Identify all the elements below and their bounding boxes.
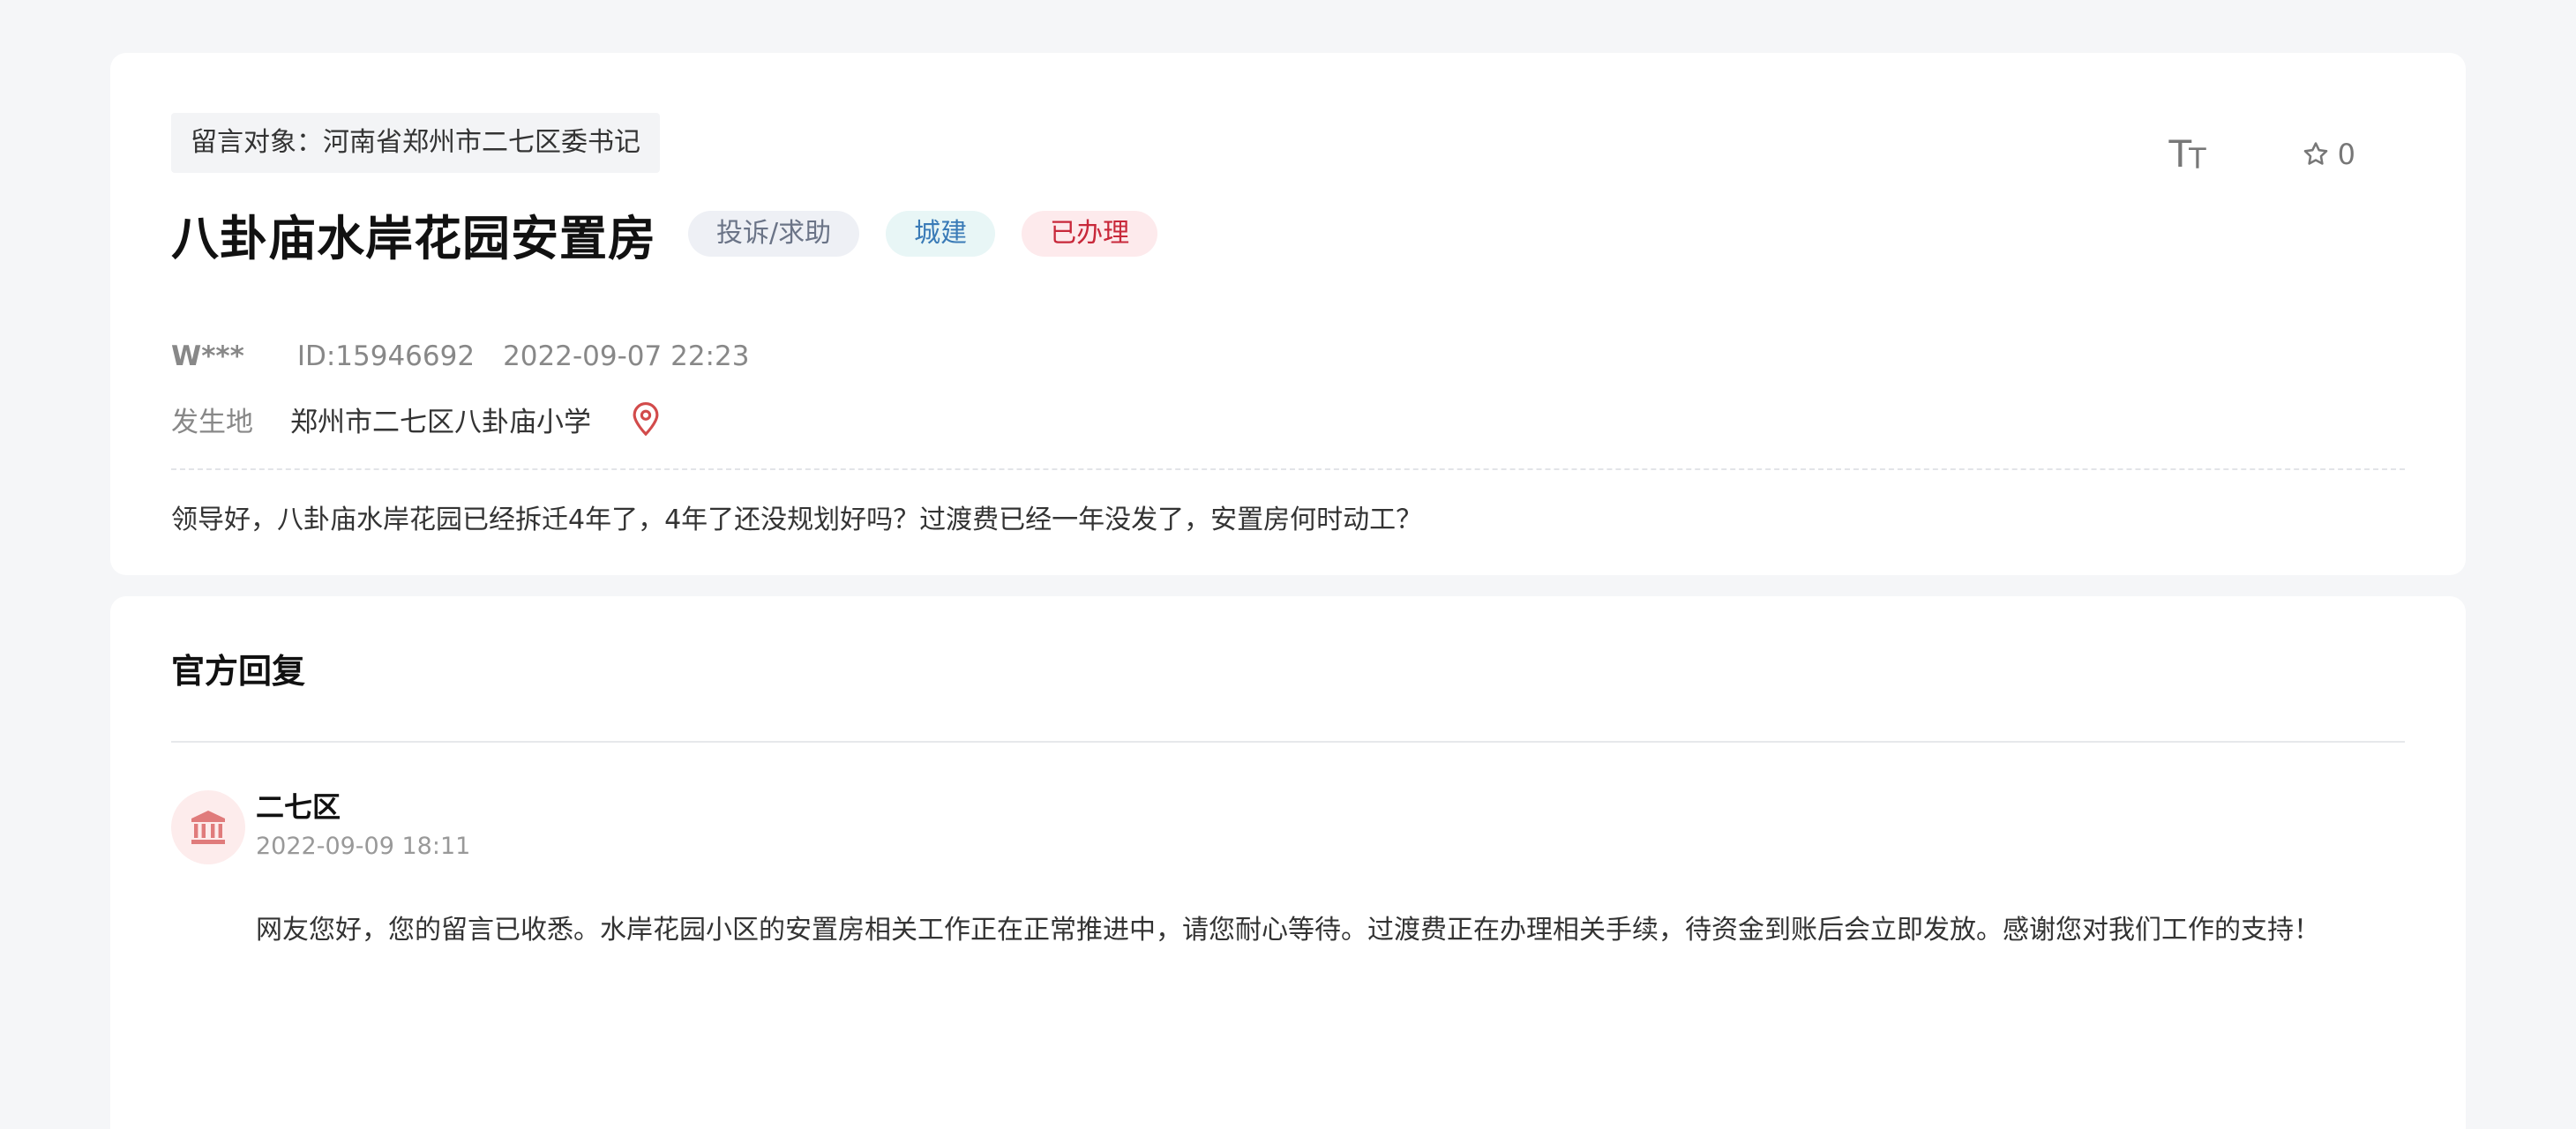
font-size-button[interactable]: T T bbox=[2168, 132, 2205, 176]
location-label: 发生地 bbox=[171, 406, 253, 438]
message-id: ID:15946692 bbox=[296, 340, 476, 372]
message-meta: W*** ID:15946692 2022-09-07 22:23 bbox=[171, 335, 749, 378]
message-target: 留言对象：河南省郑州市二七区委书记 bbox=[171, 113, 660, 173]
location-pin-icon[interactable] bbox=[630, 401, 662, 437]
reply-author: 二七区 bbox=[256, 790, 341, 824]
reply-content: 网友您好，您的留言已收悉。水岸花园小区的安置房相关工作正在正常推进中，请您耐心等… bbox=[256, 915, 2320, 946]
favorite-count: 0 bbox=[2337, 138, 2355, 171]
divider bbox=[171, 741, 2405, 743]
message-toolbar: T T 0 bbox=[2168, 123, 2355, 185]
message-content: 领导好，八卦庙水岸花园已经拆迁4年了，4年了还没规划好吗？过渡费已经一年没发了，… bbox=[171, 505, 1423, 535]
reply-heading: 官方回复 bbox=[171, 652, 306, 691]
location-row: 发生地 郑州市二七区八卦庙小学 bbox=[171, 397, 662, 441]
message-card: 留言对象：河南省郑州市二七区委书记 T T 0 八卦庙水岸花园安置房 投诉/求助… bbox=[110, 53, 2466, 575]
status-badge: 已办理 bbox=[1022, 211, 1158, 257]
divider bbox=[171, 468, 2405, 470]
reply-datetime: 2022-09-09 18:11 bbox=[256, 833, 471, 860]
tag-category: 城建 bbox=[886, 211, 996, 257]
reply-card: 官方回复 二七区 2022-09-09 18:11 网友您好，您的留言已收悉。水… bbox=[110, 596, 2466, 1129]
message-title: 八卦庙水岸花园安置房 bbox=[171, 210, 656, 266]
font-size-icon-large: T bbox=[2168, 132, 2191, 176]
tag-type: 投诉/求助 bbox=[688, 211, 860, 257]
avatar bbox=[171, 790, 245, 864]
title-row: 八卦庙水岸花园安置房 投诉/求助 城建 已办理 bbox=[171, 192, 1158, 275]
government-building-icon bbox=[191, 811, 225, 844]
favorite-button[interactable]: 0 bbox=[2301, 138, 2355, 171]
message-datetime: 2022-09-07 22:23 bbox=[503, 340, 750, 372]
location-value: 郑州市二七区八卦庙小学 bbox=[290, 406, 591, 438]
message-author: W*** bbox=[171, 340, 244, 372]
page: 留言对象：河南省郑州市二七区委书记 T T 0 八卦庙水岸花园安置房 投诉/求助… bbox=[0, 0, 2576, 1129]
star-icon bbox=[2303, 142, 2327, 165]
font-size-icon-small: T bbox=[2189, 142, 2205, 176]
